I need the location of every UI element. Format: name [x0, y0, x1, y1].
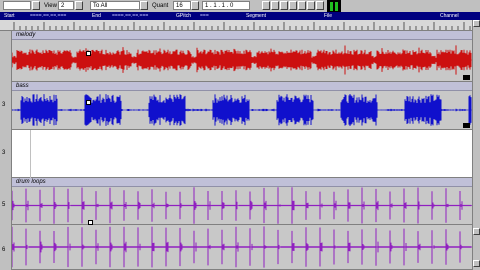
lane-resize-button[interactable]	[463, 75, 470, 80]
scroll-end-button[interactable]	[473, 260, 480, 267]
track-drum-loops: 5 drum loops	[0, 178, 472, 225]
view-label: View	[44, 3, 57, 9]
to-all-dropdown-button[interactable]	[140, 1, 148, 10]
gpitch-value[interactable]: ===	[200, 12, 209, 20]
cursor-marker[interactable]	[86, 51, 91, 56]
tool-button-2[interactable]	[271, 1, 279, 10]
to-all-select[interactable]: To All	[90, 1, 140, 10]
gpitch-label: GPitch	[176, 13, 192, 19]
end-value[interactable]: ====.==.==.===	[112, 12, 148, 20]
track-drums-2: 6	[0, 225, 472, 270]
quant-label: Quant	[152, 3, 169, 9]
track-gutter: 6	[0, 225, 12, 270]
clip-name: melody	[16, 32, 36, 38]
track-number: 3	[2, 102, 6, 108]
track-gutter	[0, 31, 12, 82]
vertical-scrollbar[interactable]	[472, 20, 480, 270]
tool-button-5[interactable]	[298, 1, 306, 10]
timeline-ruler[interactable]	[0, 20, 472, 31]
dropdown-button[interactable]	[32, 1, 40, 10]
waveform-drums	[12, 187, 472, 224]
clip-name: drum loops	[16, 179, 46, 185]
level-meter	[327, 0, 341, 12]
waveform-bass	[12, 94, 472, 126]
track-melody: melody	[0, 31, 472, 82]
scroll-up-button[interactable]	[473, 20, 480, 27]
track-gutter: 3	[0, 130, 12, 178]
track-number: 6	[2, 247, 6, 253]
file-label: File	[324, 13, 333, 19]
track-empty: 3	[0, 130, 472, 178]
track-lane[interactable]: drum loops	[12, 178, 472, 225]
tool-button-3[interactable]	[280, 1, 288, 10]
grid-line	[30, 130, 31, 178]
end-label: End	[92, 13, 101, 19]
track-lane[interactable]: melody	[12, 31, 472, 82]
track-lane[interactable]	[12, 130, 472, 178]
tool-button-1[interactable]	[262, 1, 270, 10]
track-bass: 3 bass	[0, 82, 472, 130]
channel-label: Channel	[440, 13, 459, 19]
track-area: melody 3 bass 3 5 drum loops 6	[0, 31, 472, 270]
view-spin-button[interactable]	[75, 1, 83, 10]
event-info-bar: Start ====.==.==.=== End ====.==.==.=== …	[0, 12, 480, 20]
scroll-down-button[interactable]	[473, 228, 480, 235]
start-value[interactable]: ====.==.==.===	[30, 12, 66, 20]
segment-label: Segment	[246, 13, 267, 19]
view-field[interactable]: 2	[58, 1, 74, 10]
tool-button-6[interactable]	[307, 1, 315, 10]
tool-button-4[interactable]	[289, 1, 297, 10]
transport-field[interactable]	[3, 1, 31, 10]
waveform-drums-2	[12, 226, 472, 268]
track-lane[interactable]: bass	[12, 82, 472, 130]
position-field[interactable]: 1 . 1 . 1 . 0	[202, 1, 250, 10]
track-lane[interactable]	[12, 225, 472, 270]
tool-button-7[interactable]	[316, 1, 324, 10]
track-gutter: 3	[0, 82, 12, 130]
clip-name: bass	[16, 83, 29, 89]
track-gutter: 5	[0, 178, 12, 225]
start-label: Start	[4, 13, 15, 19]
track-number: 5	[2, 202, 6, 208]
quant-field[interactable]: 16	[173, 1, 191, 10]
track-number: 3	[2, 150, 6, 156]
quant-dropdown-button[interactable]	[191, 1, 199, 10]
waveform-melody	[12, 45, 472, 75]
lane-resize-button[interactable]	[463, 123, 470, 128]
cursor-marker[interactable]	[86, 100, 91, 105]
ruler-ticks	[13, 22, 471, 30]
